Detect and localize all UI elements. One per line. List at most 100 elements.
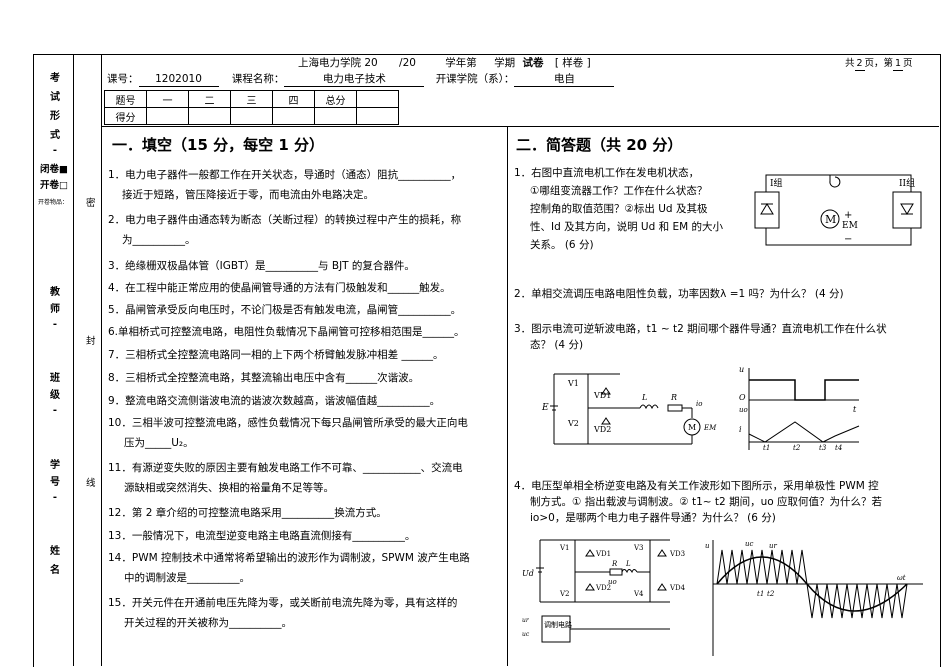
course-name: 电力电子技术: [284, 73, 425, 87]
seal-char-1: 密: [86, 198, 96, 209]
score-cell[interactable]: [146, 107, 189, 125]
fill-item-14: 14．PWM 控制技术中通常将希望输出的波形作为调制波，SPWM 波产生电路 中…: [108, 551, 470, 585]
side-char: -: [52, 405, 58, 416]
exam-label: 试卷: [522, 57, 544, 69]
fig4w-t2-label: t2: [767, 590, 775, 598]
fig4-l-label: L: [625, 560, 631, 568]
score-cell: 得分: [104, 107, 147, 125]
figure-3-waveform: u O uo i t t1 t2 t3 t4: [739, 365, 860, 452]
fig4-v3-label: V3: [633, 544, 644, 552]
seal-char-3: 线: [86, 478, 96, 489]
fig3w-o-label: O: [739, 393, 746, 402]
fig4-vd3-label: VD3: [669, 550, 685, 558]
score-cell: 一: [146, 90, 189, 108]
fig3-motor-label: M: [688, 423, 696, 432]
side-char: 号: [50, 477, 60, 488]
fig4-vd4: [657, 583, 667, 591]
side-divider-2: [101, 54, 102, 666]
term-label: 学期: [494, 57, 516, 69]
side-char: 师: [50, 304, 60, 315]
q-line: 3．图示电流可逆斩波电路，t1 ~ t2 期间哪个器件导通？直流电机工作在什么状: [514, 323, 887, 335]
fig3-l-label: L: [641, 393, 647, 402]
fill-line: 10．三相半波可控整流电路，感性负载情况下每只晶闸管所承受的最大正向电: [108, 417, 468, 429]
q-line: 4．电压型单相全桥逆变电路及有关工作波形如下图所示，采用单极性 PWM 控: [514, 480, 879, 492]
side-char: 考: [50, 73, 60, 84]
pages-current: 1: [893, 58, 904, 71]
fig4-control-label: 调制电路: [544, 620, 572, 629]
q-line: 1．右图中直流电机工作在发电机状态，: [514, 167, 700, 179]
score-table: 题号 一 二 三 四 总分 得分: [104, 90, 399, 125]
fill-item-15: 15．开关元件在开通前电压先降为零，或关断前电流先降为零，具有这样的 开关过程的…: [108, 596, 457, 630]
fig4-v4-label: V4: [633, 590, 644, 598]
fill-item-12: 12．第 2 章介绍的可控整流电路采用__________换流方式。: [108, 507, 387, 519]
fig3-inductor: [639, 404, 659, 410]
score-cell: 二: [188, 90, 231, 108]
fig1-motor-label: M: [825, 213, 836, 226]
side-divider-1: [73, 54, 74, 666]
q-line: 关系。 (6 分): [530, 239, 594, 251]
fill-item-2: 2．电力电子器件由通态转为断态（关断过程）的转换过程中产生的损耗，称 为____…: [108, 213, 461, 247]
open-checkbox[interactable]: □: [59, 180, 68, 191]
fig4-ur-label: ur: [522, 617, 530, 624]
fig3-r-label: R: [670, 393, 677, 402]
exam-form-label: 考 试 形 式 -: [40, 73, 70, 156]
score-cell[interactable]: [188, 107, 231, 125]
fill-line: 为__________。: [122, 234, 196, 246]
score-cell[interactable]: [230, 107, 273, 125]
side-char: -: [52, 145, 58, 156]
fig3-resistor: [667, 404, 683, 412]
fig1-em: EM: [842, 221, 858, 231]
q-line: 控制角的取值范围？②标出 Ud 及其极: [530, 203, 708, 215]
closed-checkbox[interactable]: ■: [59, 164, 68, 175]
fig4-vd1: [585, 549, 595, 557]
fig3-e-label: E: [541, 403, 549, 413]
score-table-row: 得分: [104, 107, 399, 125]
fig4w-uc-label: uc: [745, 540, 754, 548]
course-code-label: 课号：: [107, 73, 139, 85]
figure-1-dc-motor: M I组 II组 + EM −: [754, 174, 922, 246]
q-line: ①哪组变流器工作？工作在什么状态？: [530, 185, 708, 197]
fig4-vd2: [585, 583, 595, 591]
q-line: 态？ (4 分): [530, 339, 584, 351]
fig3w-t3-label: t3: [819, 444, 827, 452]
fill-item-9: 9．整流电路交流侧谐波电流的谐波次数越高，谐波幅值越__________。: [108, 395, 441, 407]
score-cell: 四: [272, 90, 315, 108]
open-label: 开卷: [40, 180, 60, 191]
score-cell: 三: [230, 90, 273, 108]
column-divider: [507, 126, 508, 666]
score-cell[interactable]: [272, 107, 315, 125]
closed-book-option[interactable]: 闭卷■: [40, 164, 68, 176]
figure-4-waveform: u uc ur ωt t1 t2: [705, 540, 923, 656]
sample-label: [ 样卷 ]: [554, 57, 591, 69]
fig1-plus: +: [844, 210, 852, 221]
year-label: 学年第: [445, 57, 477, 69]
open-book-option[interactable]: 开卷□: [40, 180, 68, 192]
fill-item-5: 5．晶闸管承受反向电压时，不论门极是否有触发电流，晶闸管__________。: [108, 304, 462, 316]
closed-label: 闭卷: [40, 164, 60, 175]
score-cell[interactable]: [356, 107, 399, 125]
fill-line: 1．电力电子器件一般都工作在开关状态，导通时（通态）阻抗__________，: [108, 169, 462, 181]
fig1-right-label: II组: [899, 177, 915, 189]
fig4-vd3: [657, 549, 667, 557]
fill-line: 压为_____U₂。: [124, 437, 194, 449]
side-char: 班: [50, 373, 60, 384]
fig4w-ur-label: ur: [769, 542, 778, 550]
college-label: 开课学院（系）：: [435, 73, 515, 85]
figure-4-inverter-circuit: Ud V1 V2 V3 V4 VD1 VD2 VD3 VD4 R L uo 调制…: [522, 539, 686, 643]
fill-item-3: 3．绝缘栅双极晶体管（IGBT）是__________与 BJT 的复合器件。: [108, 260, 415, 272]
fill-line: 中的调制波是__________。: [124, 572, 250, 584]
score-cell[interactable]: [314, 107, 357, 125]
course-info: 课号： 1202010 课程名称： 电力电子技术 开课学院（系）： 电自: [107, 73, 615, 87]
fig4w-t1-label: t1: [757, 590, 764, 598]
fig4-resistor: [609, 568, 623, 576]
pages-mid: 页，第: [864, 58, 894, 69]
side-char: 名: [50, 565, 60, 576]
pages-label: 共: [845, 58, 855, 69]
fig3-io-label: io: [696, 400, 702, 408]
class-label: 班 级 -: [40, 373, 70, 416]
school-name: 上海电力学院 20: [298, 57, 378, 69]
fill-line: 源缺相或突然消失、换相的裕量角不足等等。: [124, 482, 334, 494]
fig3w-voltage: [749, 379, 859, 401]
fig4-control-box: [541, 615, 571, 643]
fig3-vd2: [601, 417, 611, 425]
